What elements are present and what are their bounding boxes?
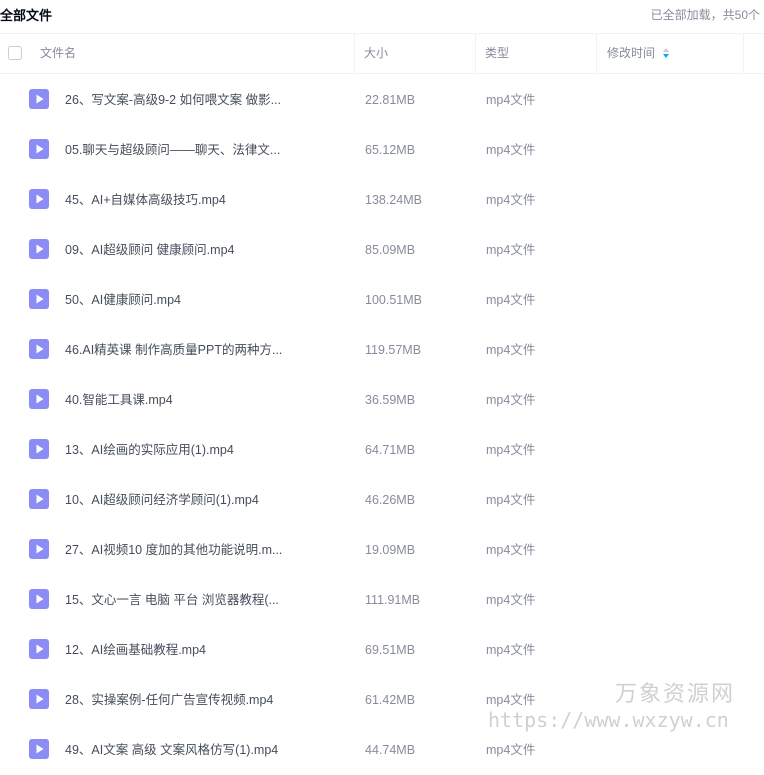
video-file-icon bbox=[29, 289, 49, 309]
table-row[interactable]: 45、AI+自媒体高级技巧.mp4 138.24MB mp4文件 bbox=[0, 175, 764, 225]
file-size: 111.91MB bbox=[365, 593, 421, 607]
file-type: mp4文件 bbox=[486, 293, 536, 307]
video-file-icon bbox=[29, 589, 49, 609]
file-type: mp4文件 bbox=[486, 393, 536, 407]
file-name[interactable]: 10、AI超级顾问经济学顾问(1).mp4 bbox=[65, 475, 259, 525]
column-divider[interactable] bbox=[475, 34, 476, 73]
video-file-icon bbox=[29, 389, 49, 409]
table-row[interactable]: 26、写文案-高级9-2 如何喂文案 做影... 22.81MB mp4文件 bbox=[0, 75, 764, 125]
file-type: mp4文件 bbox=[486, 593, 536, 607]
file-size: 100.51MB bbox=[365, 293, 422, 307]
file-type: mp4文件 bbox=[486, 143, 536, 157]
table-row[interactable]: 50、AI健康顾问.mp4 100.51MB mp4文件 bbox=[0, 275, 764, 325]
column-header-mtime-label: 修改时间 bbox=[607, 46, 656, 60]
file-type: mp4文件 bbox=[486, 243, 536, 257]
table-row[interactable]: 09、AI超级顾问 健康顾问.mp4 85.09MB mp4文件 bbox=[0, 225, 764, 275]
file-type: mp4文件 bbox=[486, 93, 536, 107]
table-row[interactable]: 15、文心一言 电脑 平台 浏览器教程(... 111.91MB mp4文件 bbox=[0, 575, 764, 625]
file-size: 36.59MB bbox=[365, 393, 416, 407]
file-name[interactable]: 46.AI精英课 制作高质量PPT的两种方... bbox=[65, 325, 282, 375]
select-all-checkbox[interactable] bbox=[8, 46, 22, 60]
file-list: 26、写文案-高级9-2 如何喂文案 做影... 22.81MB mp4文件 05.聊… bbox=[0, 75, 764, 775]
file-size: 19.09MB bbox=[365, 543, 416, 557]
file-name[interactable]: 12、AI绘画基础教程.mp4 bbox=[65, 625, 206, 675]
video-file-icon bbox=[29, 439, 49, 459]
file-name[interactable]: 05.聊天与超级顾问——聊天、法律文... bbox=[65, 125, 280, 175]
video-file-icon bbox=[29, 89, 49, 109]
table-row[interactable]: 40.智能工具课.mp4 36.59MB mp4文件 bbox=[0, 375, 764, 425]
column-divider[interactable] bbox=[354, 34, 355, 73]
file-type: mp4文件 bbox=[486, 743, 536, 757]
file-size: 61.42MB bbox=[365, 693, 416, 707]
file-name[interactable]: 15、文心一言 电脑 平台 浏览器教程(... bbox=[65, 575, 279, 625]
table-row[interactable]: 28、实操案例-任何广告宣传视频.mp4 61.42MB mp4文件 bbox=[0, 675, 764, 725]
file-type: mp4文件 bbox=[486, 693, 536, 707]
file-name[interactable]: 09、AI超级顾问 健康顾问.mp4 bbox=[65, 225, 234, 275]
top-bar: 全部文件 已全部加载，共50个 bbox=[0, 0, 764, 26]
file-size: 69.51MB bbox=[365, 643, 416, 657]
file-type: mp4文件 bbox=[486, 343, 536, 357]
column-divider[interactable] bbox=[743, 34, 744, 73]
video-file-icon bbox=[29, 139, 49, 159]
load-status: 已全部加载，共50个 bbox=[650, 8, 760, 22]
file-size: 65.12MB bbox=[365, 143, 416, 157]
file-size: 138.24MB bbox=[365, 193, 422, 207]
file-type: mp4文件 bbox=[486, 543, 536, 557]
file-type: mp4文件 bbox=[486, 443, 536, 457]
video-file-icon bbox=[29, 739, 49, 759]
file-type: mp4文件 bbox=[486, 493, 536, 507]
file-name[interactable]: 49、AI文案 高级 文案风格仿写(1).mp4 bbox=[65, 725, 278, 775]
table-row[interactable]: 10、AI超级顾问经济学顾问(1).mp4 46.26MB mp4文件 bbox=[0, 475, 764, 525]
file-name[interactable]: 40.智能工具课.mp4 bbox=[65, 375, 173, 425]
file-size: 46.26MB bbox=[365, 493, 416, 507]
column-header-type[interactable]: 类型 bbox=[485, 34, 509, 73]
column-header-size[interactable]: 大小 bbox=[364, 34, 388, 73]
column-divider[interactable] bbox=[596, 34, 597, 73]
file-name[interactable]: 26、写文案-高级9-2 如何喂文案 做影... bbox=[65, 75, 281, 125]
file-name[interactable]: 50、AI健康顾问.mp4 bbox=[65, 275, 181, 325]
file-name[interactable]: 45、AI+自媒体高级技巧.mp4 bbox=[65, 175, 226, 225]
video-file-icon bbox=[29, 639, 49, 659]
file-type: mp4文件 bbox=[486, 193, 536, 207]
file-name[interactable]: 13、AI绘画的实际应用(1).mp4 bbox=[65, 425, 234, 475]
table-header: 文件名 大小 类型 修改时间 bbox=[0, 33, 764, 74]
file-size: 85.09MB bbox=[365, 243, 416, 257]
file-type: mp4文件 bbox=[486, 643, 536, 657]
table-row[interactable]: 13、AI绘画的实际应用(1).mp4 64.71MB mp4文件 bbox=[0, 425, 764, 475]
table-row[interactable]: 49、AI文案 高级 文案风格仿写(1).mp4 44.74MB mp4文件 bbox=[0, 725, 764, 775]
video-file-icon bbox=[29, 689, 49, 709]
file-size: 22.81MB bbox=[365, 93, 416, 107]
video-file-icon bbox=[29, 339, 49, 359]
column-header-name[interactable]: 文件名 bbox=[40, 34, 76, 73]
table-row[interactable]: 27、AI视频10 度加的其他功能说明.m... 19.09MB mp4文件 bbox=[0, 525, 764, 575]
video-file-icon bbox=[29, 189, 49, 209]
video-file-icon bbox=[29, 539, 49, 559]
file-size: 44.74MB bbox=[365, 743, 416, 757]
table-row[interactable]: 12、AI绘画基础教程.mp4 69.51MB mp4文件 bbox=[0, 625, 764, 675]
video-file-icon bbox=[29, 489, 49, 509]
table-row[interactable]: 05.聊天与超级顾问——聊天、法律文... 65.12MB mp4文件 bbox=[0, 125, 764, 175]
page-title: 全部文件 bbox=[0, 8, 53, 23]
file-name[interactable]: 27、AI视频10 度加的其他功能说明.m... bbox=[65, 525, 282, 575]
table-row[interactable]: 46.AI精英课 制作高质量PPT的两种方... 119.57MB mp4文件 bbox=[0, 325, 764, 375]
file-size: 119.57MB bbox=[365, 343, 422, 357]
sort-icon[interactable] bbox=[662, 47, 670, 59]
file-name[interactable]: 28、实操案例-任何广告宣传视频.mp4 bbox=[65, 675, 273, 725]
column-header-mtime[interactable]: 修改时间 bbox=[607, 34, 670, 73]
file-size: 64.71MB bbox=[365, 443, 416, 457]
video-file-icon bbox=[29, 239, 49, 259]
